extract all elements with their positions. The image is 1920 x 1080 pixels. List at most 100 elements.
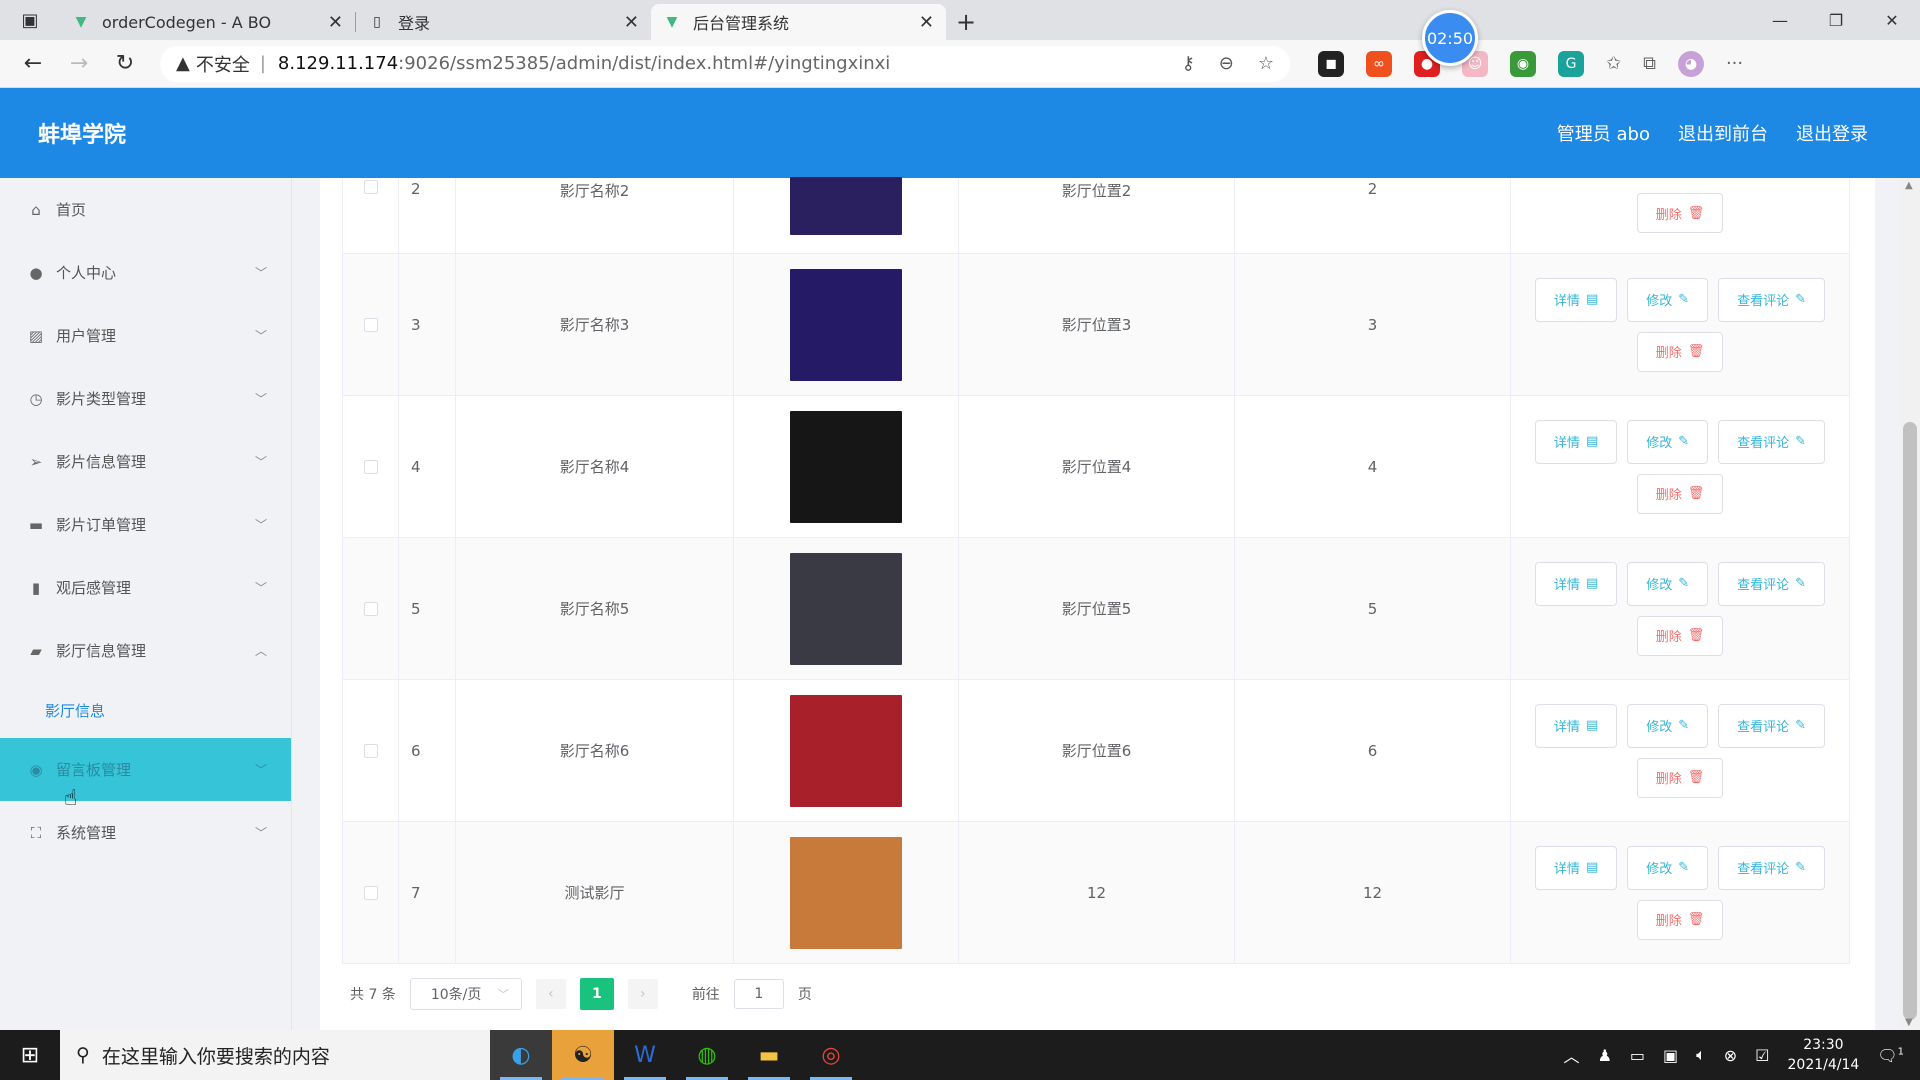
hall-thumbnail[interactable]	[790, 836, 902, 949]
clock[interactable]: 23:30 2021/4/14	[1788, 1035, 1860, 1075]
close-icon[interactable]: ✕	[624, 12, 639, 33]
page-number[interactable]: 1	[579, 978, 614, 1010]
delete-button[interactable]: 删除 🗑︎	[1636, 473, 1724, 514]
edit-button[interactable]: 修改 ✎	[1627, 703, 1709, 748]
sidebar-item-reviews[interactable]: ▮ 观后感管理 ﹀	[0, 556, 291, 619]
wechat-icon[interactable]: ◍	[676, 1030, 738, 1080]
page-size-select[interactable]: 10条/页 ﹀	[409, 978, 522, 1010]
goto-page-input[interactable]: 1	[733, 979, 784, 1009]
edit-button[interactable]: 修改 ✎	[1627, 845, 1709, 890]
network-icon[interactable]: ▣	[1663, 1046, 1678, 1065]
battery-icon[interactable]: ▭	[1630, 1046, 1645, 1065]
view-comments-button[interactable]: 查看评论 ✎	[1718, 703, 1826, 748]
close-circle-icon[interactable]: ⊗	[1724, 1046, 1737, 1065]
row-checkbox[interactable]	[363, 459, 378, 474]
sidebar-item-guestbook[interactable]: ◉ 留言板管理 ﹀	[0, 738, 291, 801]
system-tray: ︿ ♟ ▭ ▣ 🔈︎ ⊗ ☑ 23:30 2021/4/14 🗨︎1	[1564, 1035, 1920, 1075]
logout-link[interactable]: 退出登录	[1796, 120, 1868, 146]
taskbar-search[interactable]: ⚲ 在这里输入你要搜索的内容	[60, 1030, 490, 1080]
row-checkbox[interactable]	[363, 885, 378, 900]
detail-button[interactable]: 详情 ▤	[1534, 703, 1618, 748]
browser-tab-3[interactable]: ▼ 后台管理系统 ✕	[651, 4, 946, 40]
sidebar-item-profile[interactable]: ● 个人中心 ﹀	[0, 241, 291, 304]
view-comments-button[interactable]: 查看评论 ✎	[1718, 277, 1826, 322]
zoom-out-icon[interactable]: ⊖	[1219, 53, 1234, 74]
delete-button[interactable]: 删除 🗑︎	[1636, 331, 1724, 372]
detail-button[interactable]: 详情 ▤	[1534, 277, 1618, 322]
sidebar-item-users[interactable]: ▨ 用户管理 ﹀	[0, 304, 291, 367]
favorite-add-icon[interactable]: ☆	[1258, 53, 1274, 74]
view-comments-button[interactable]: 查看评论 ✎	[1718, 561, 1826, 606]
edit-button[interactable]: 修改 ✎	[1627, 419, 1709, 464]
view-comments-button[interactable]: 查看评论 ✎	[1718, 419, 1826, 464]
minimize-icon[interactable]: —	[1752, 0, 1808, 40]
next-page-button[interactable]: ›	[627, 979, 658, 1009]
hall-thumbnail[interactable]	[790, 177, 902, 235]
scroll-thumb[interactable]	[1903, 422, 1917, 1020]
restore-icon[interactable]: ❐	[1808, 0, 1864, 40]
windows-start-icon[interactable]: ⊞	[0, 1030, 60, 1080]
hall-thumbnail[interactable]	[790, 410, 902, 523]
view-comments-button[interactable]: 查看评论 ✎	[1718, 845, 1826, 890]
detail-button[interactable]: 详情 ▤	[1534, 845, 1618, 890]
hall-thumbnail[interactable]	[790, 694, 902, 807]
extension-icon[interactable]: G	[1558, 50, 1584, 77]
prev-page-button[interactable]: ‹	[535, 979, 566, 1009]
key-icon[interactable]: ⚷	[1182, 53, 1195, 74]
new-tab-button[interactable]: +	[946, 4, 986, 40]
refresh-icon[interactable]: ↻	[102, 44, 148, 84]
edit-button[interactable]: 修改 ✎	[1627, 277, 1709, 322]
browser-tab-1[interactable]: ▼ orderCodegen - A BO ✕	[60, 4, 355, 40]
forward-icon[interactable]: →	[56, 44, 102, 84]
checkbox-icon[interactable]: ☑	[1755, 1046, 1769, 1065]
volume-icon[interactable]: 🔈︎	[1696, 1045, 1706, 1065]
app-icon[interactable]: ☯	[552, 1030, 614, 1080]
tray-app-icon[interactable]: ♟	[1598, 1046, 1612, 1065]
more-icon[interactable]: ···	[1726, 53, 1743, 74]
hall-thumbnail[interactable]	[790, 552, 902, 665]
edge-icon[interactable]: ◐	[490, 1030, 552, 1080]
delete-button[interactable]: 删除 🗑︎	[1636, 899, 1724, 940]
extension-icon[interactable]: ◼	[1318, 50, 1344, 77]
tab-actions-icon[interactable]: ▣	[0, 0, 60, 40]
browser-tab-2[interactable]: ▯ 登录 ✕	[356, 4, 651, 40]
sidebar-subitem-hall[interactable]: 影厅信息	[0, 682, 291, 738]
delete-button[interactable]: 删除 🗑︎	[1636, 757, 1724, 798]
delete-button[interactable]: 删除 🗑︎	[1636, 615, 1724, 656]
back-icon[interactable]: ←	[10, 44, 56, 84]
close-icon[interactable]: ✕	[919, 12, 934, 33]
to-front-link[interactable]: 退出到前台	[1678, 120, 1768, 146]
sidebar-item-system[interactable]: ⛶ 系统管理 ﹀	[0, 801, 291, 864]
extension-icon[interactable]: ∞	[1366, 50, 1392, 77]
chrome-icon[interactable]: ◎	[800, 1030, 862, 1080]
delete-button[interactable]: 删除 🗑︎	[1636, 193, 1724, 233]
sidebar-item-hall-info[interactable]: ▰ 影厅信息管理 ︿	[0, 619, 291, 682]
row-checkbox[interactable]	[363, 743, 378, 758]
timer-badge[interactable]: 02:50	[1422, 10, 1478, 66]
favorites-icon[interactable]: ✩	[1606, 53, 1621, 74]
row-checkbox[interactable]	[363, 317, 378, 332]
file-explorer-icon[interactable]: ▬	[738, 1030, 800, 1080]
avatar[interactable]: ◕	[1677, 50, 1704, 77]
sidebar-item-film-info[interactable]: ➢ 影片信息管理 ﹀	[0, 430, 291, 493]
sidebar-item-film-types[interactable]: ◷ 影片类型管理 ﹀	[0, 367, 291, 430]
chevron-up-icon[interactable]: ︿	[1564, 1043, 1580, 1067]
hall-thumbnail[interactable]	[790, 268, 902, 381]
detail-button[interactable]: 详情 ▤	[1534, 561, 1618, 606]
notifications-icon[interactable]: 🗨︎1	[1877, 1046, 1904, 1065]
url-field[interactable]: ▲ 不安全 | 8.129.11.174 :9026/ssm25385/admi…	[160, 45, 1290, 82]
collections-icon[interactable]: ⧉	[1643, 53, 1656, 74]
scroll-up-icon[interactable]: ▲	[1905, 180, 1913, 191]
row-checkbox[interactable]	[363, 180, 378, 194]
detail-button[interactable]: 详情 ▤	[1534, 419, 1618, 464]
word-icon[interactable]: W	[614, 1030, 676, 1080]
extension-icon[interactable]: ◉	[1510, 50, 1536, 77]
sidebar-item-home[interactable]: ⌂ 首页	[0, 178, 291, 241]
close-icon[interactable]: ✕	[328, 12, 343, 33]
sidebar-item-film-orders[interactable]: ▬ 影片订单管理 ﹀	[0, 493, 291, 556]
page-scrollbar[interactable]: ▲ ▼	[1900, 178, 1920, 1030]
close-window-icon[interactable]: ✕	[1864, 0, 1920, 40]
scroll-down-icon[interactable]: ▼	[1905, 1017, 1913, 1028]
row-checkbox[interactable]	[363, 601, 378, 616]
edit-button[interactable]: 修改 ✎	[1627, 561, 1709, 606]
